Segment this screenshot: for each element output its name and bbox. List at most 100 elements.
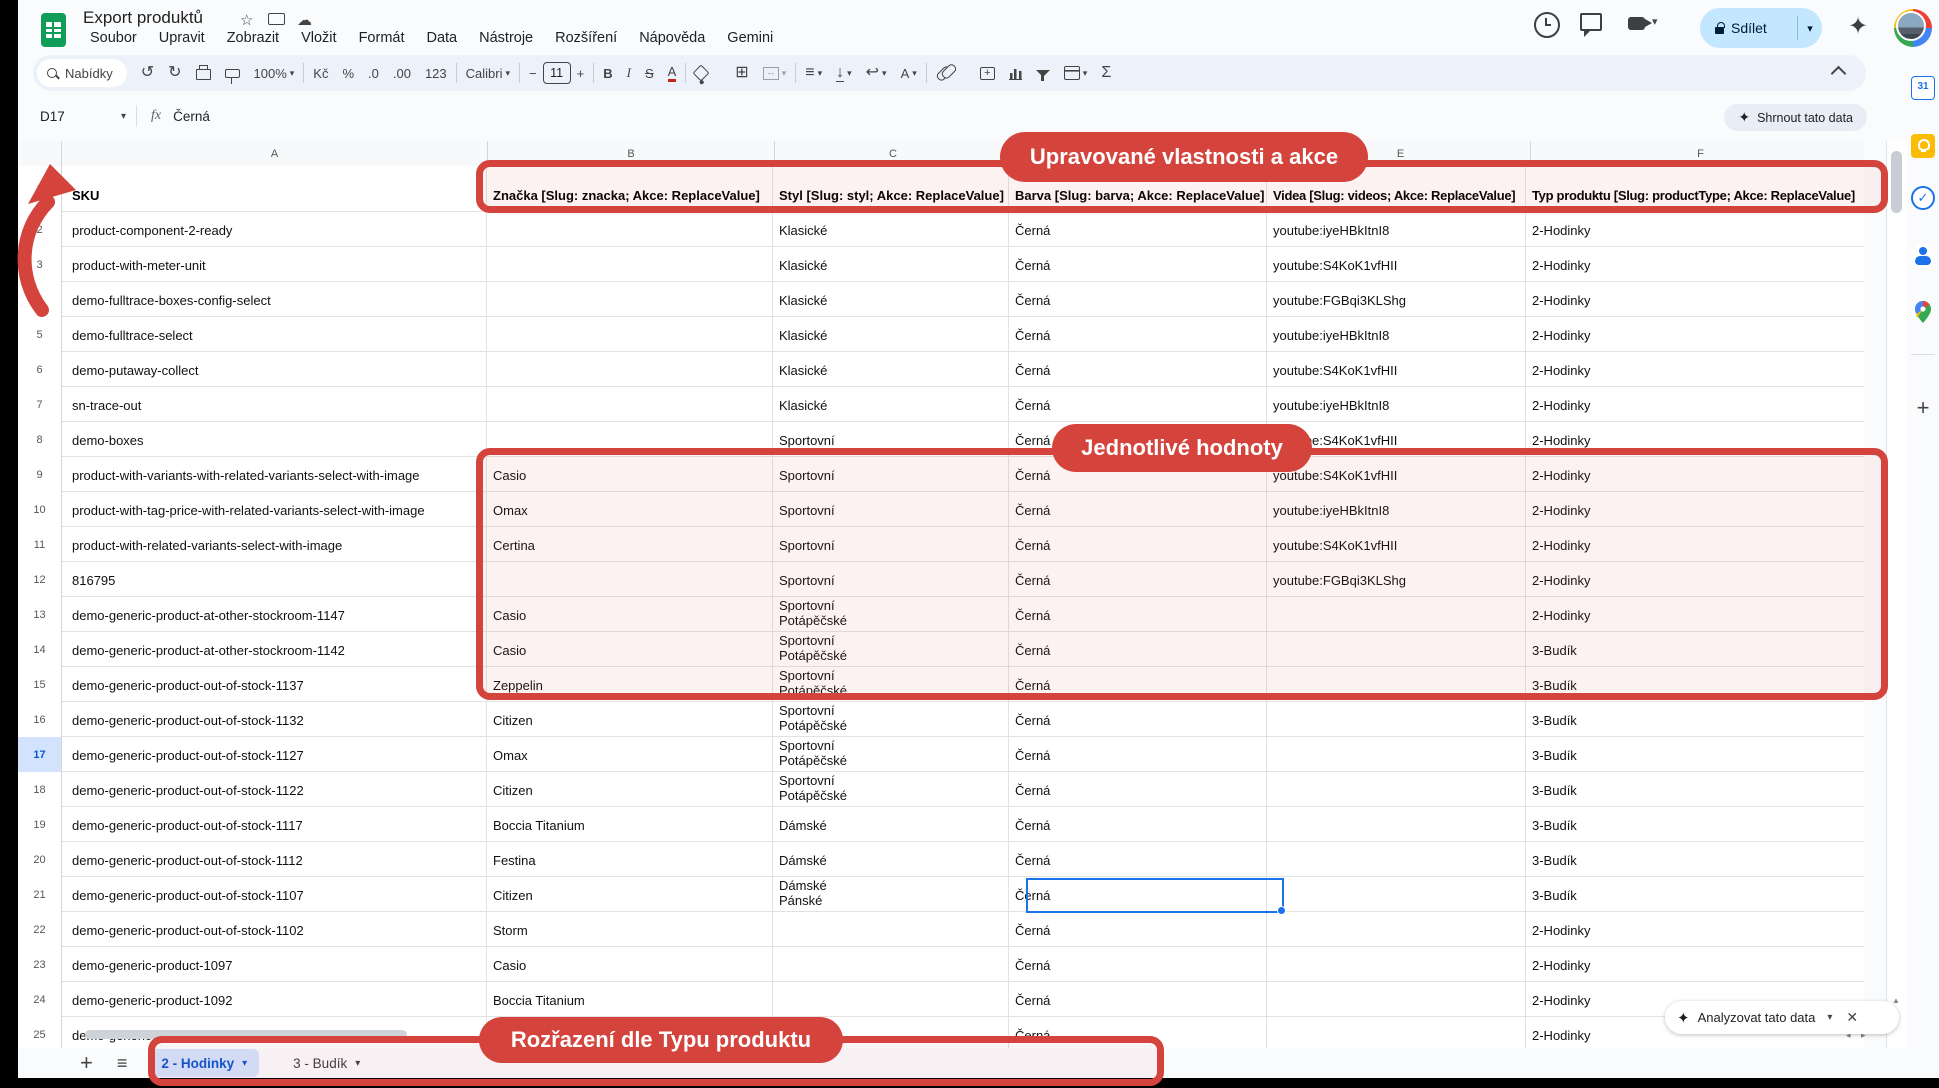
font-size-decrease-button[interactable]: − — [529, 66, 537, 81]
add-sheet-icon[interactable]: + — [80, 1050, 93, 1076]
share-caret-icon[interactable]: ▾ — [1798, 22, 1822, 35]
cell-A24[interactable]: demo-generic-product-1092 — [62, 982, 487, 1017]
cell-C8[interactable]: Sportovní — [773, 422, 1009, 457]
borders-icon[interactable]: ⊞ — [735, 65, 748, 81]
valign-caret-icon[interactable]: ▾ — [847, 68, 852, 79]
cell-F8[interactable]: 2-Hodinky — [1526, 422, 1864, 457]
cell-F23[interactable]: 2-Hodinky — [1526, 947, 1864, 982]
cell-C12[interactable]: Sportovní — [773, 562, 1009, 597]
cell-E20[interactable] — [1267, 842, 1526, 877]
cell-D23[interactable]: Černá — [1009, 947, 1267, 982]
cell-B3[interactable] — [487, 247, 773, 282]
cell-B10[interactable]: Omax — [487, 492, 773, 527]
print-icon[interactable] — [196, 69, 211, 80]
cell-C11[interactable]: Sportovní — [773, 527, 1009, 562]
menu-vložit[interactable]: Vložit — [292, 28, 345, 48]
cell-C16[interactable]: SportovníPotápěčské — [773, 702, 1009, 737]
font-caret-icon[interactable]: ▾ — [506, 68, 511, 79]
star-icon[interactable]: ☆ — [240, 11, 253, 29]
table-views-icon[interactable] — [1064, 66, 1080, 80]
menu-gemini[interactable]: Gemini — [718, 28, 782, 48]
column-header-A[interactable]: A — [62, 141, 488, 167]
paint-format-icon[interactable] — [225, 69, 240, 78]
cell-D24[interactable]: Černá — [1009, 982, 1267, 1017]
cell-F7[interactable]: 2-Hodinky — [1526, 387, 1864, 422]
cell-E7[interactable]: youtube:iyeHBkItnI8 — [1267, 387, 1526, 422]
cell-A15[interactable]: demo-generic-product-out-of-stock-1137 — [62, 667, 487, 702]
video-call-caret-icon[interactable]: ▾ — [1652, 15, 1658, 28]
collapse-toolbar-icon[interactable] — [1831, 66, 1847, 82]
move-folder-icon[interactable] — [268, 13, 285, 25]
name-box-caret-icon[interactable]: ▾ — [121, 111, 126, 122]
sheet-tab-2-Hodinky[interactable]: 2 - Hodinky▾ — [149, 1049, 259, 1077]
spreadsheet-grid[interactable]: ABCDEF1SKUZnačka [Slug: znacka; Akce: Re… — [18, 141, 1864, 1048]
merge-caret-icon[interactable]: ▾ — [782, 68, 787, 79]
cell-E18[interactable] — [1267, 772, 1526, 807]
fill-color-icon[interactable] — [693, 65, 710, 82]
column-header-C[interactable]: C — [775, 141, 1012, 167]
cell-C14[interactable]: SportovníPotápěčské — [773, 632, 1009, 667]
cell-C22[interactable] — [773, 912, 1009, 947]
cell-A23[interactable]: demo-generic-product-1097 — [62, 947, 487, 982]
cell-B22[interactable]: Storm — [487, 912, 773, 947]
column-header-B[interactable]: B — [488, 141, 775, 167]
cell-D11[interactable]: Černá — [1009, 527, 1267, 562]
font-size-input[interactable]: 11 — [543, 62, 571, 84]
cell-A21[interactable]: demo-generic-product-out-of-stock-1107 — [62, 877, 487, 912]
cell-C19[interactable]: Dámské — [773, 807, 1009, 842]
cell-B17[interactable]: Omax — [487, 737, 773, 772]
horizontal-scrollbar-thumb[interactable] — [85, 1030, 407, 1039]
cell-D3[interactable]: Černá — [1009, 247, 1267, 282]
sheet-tab-caret-icon[interactable]: ▾ — [242, 1058, 247, 1069]
cell-C25[interactable] — [773, 1017, 1009, 1048]
cell-E11[interactable]: youtube:S4KoK1vfHII — [1267, 527, 1526, 562]
text-wrap-icon[interactable]: ↩ — [866, 65, 879, 81]
cell-E1[interactable]: Videa [Slug: videos; Akce: ReplaceValue] — [1267, 166, 1526, 212]
formula-input[interactable]: Černá — [173, 109, 210, 124]
share-main[interactable]: Sdílet — [1700, 20, 1793, 36]
cell-F2[interactable]: 2-Hodinky — [1526, 212, 1864, 247]
vertical-scrollbar[interactable]: ▲ ▼ — [1886, 141, 1907, 1048]
cell-E22[interactable] — [1267, 912, 1526, 947]
cell-B24[interactable]: Boccia Titanium — [487, 982, 773, 1017]
cell-C4[interactable]: Klasické — [773, 282, 1009, 317]
cell-B21[interactable]: Citizen — [487, 877, 773, 912]
cell-E13[interactable] — [1267, 597, 1526, 632]
fill-handle[interactable] — [1277, 906, 1286, 915]
name-box[interactable]: D17 ▾ — [40, 109, 136, 124]
text-rotation-button[interactable]: A — [901, 66, 910, 81]
cell-B5[interactable] — [487, 317, 773, 352]
cell-F11[interactable]: 2-Hodinky — [1526, 527, 1864, 562]
cell-D10[interactable]: Černá — [1009, 492, 1267, 527]
menu-data[interactable]: Data — [417, 28, 466, 48]
horizontal-align-icon[interactable]: ≡ — [805, 65, 814, 81]
cell-B2[interactable] — [487, 212, 773, 247]
keep-icon[interactable] — [1911, 134, 1935, 158]
cell-B16[interactable]: Citizen — [487, 702, 773, 737]
cell-C9[interactable]: Sportovní — [773, 457, 1009, 492]
cell-D16[interactable]: Černá — [1009, 702, 1267, 737]
cell-E25[interactable] — [1267, 1017, 1526, 1048]
cell-F21[interactable]: 3-Budík — [1526, 877, 1864, 912]
strikethrough-button[interactable]: S — [645, 66, 654, 81]
cell-F13[interactable]: 2-Hodinky — [1526, 597, 1864, 632]
summarize-data-button[interactable]: ✦ Shrnout tato data — [1724, 104, 1867, 131]
cell-F16[interactable]: 3-Budík — [1526, 702, 1864, 737]
cell-D20[interactable]: Černá — [1009, 842, 1267, 877]
cell-B25[interactable] — [487, 1017, 773, 1048]
cell-E15[interactable] — [1267, 667, 1526, 702]
cell-E2[interactable]: youtube:iyeHBkItnI8 — [1267, 212, 1526, 247]
cell-A1[interactable]: SKU — [62, 166, 487, 212]
cell-C13[interactable]: SportovníPotápěčské — [773, 597, 1009, 632]
cell-B20[interactable]: Festina — [487, 842, 773, 877]
cell-B4[interactable] — [487, 282, 773, 317]
insert-chart-icon[interactable] — [1009, 67, 1022, 80]
cell-A3[interactable]: product-with-meter-unit — [62, 247, 487, 282]
document-title[interactable]: Export produktů — [83, 8, 203, 28]
column-header-F[interactable]: F — [1531, 141, 1864, 167]
cell-D6[interactable]: Černá — [1009, 352, 1267, 387]
cell-E12[interactable]: youtube:FGBqi3KLShg — [1267, 562, 1526, 597]
cell-D18[interactable]: Černá — [1009, 772, 1267, 807]
cell-B14[interactable]: Casio — [487, 632, 773, 667]
menus-search[interactable]: Nabídky — [37, 59, 127, 87]
